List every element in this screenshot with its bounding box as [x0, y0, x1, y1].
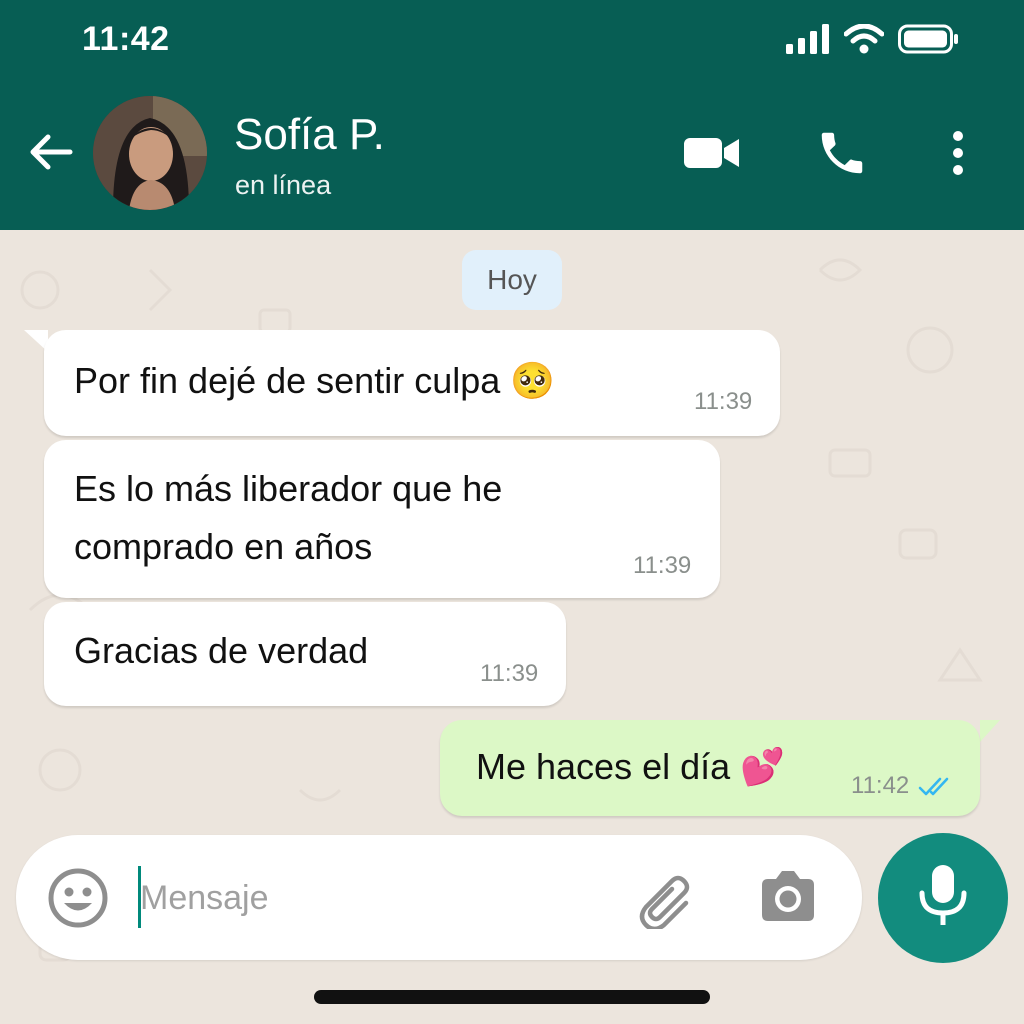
status-time: 11:42 [82, 20, 170, 58]
phone-icon[interactable] [814, 126, 870, 185]
message-text-line: comprado en años [74, 526, 373, 567]
contact-name[interactable]: Sofía P. [234, 110, 385, 160]
message-time: 11:42 [851, 772, 910, 799]
message-text: Gracias de verdad [74, 630, 369, 671]
bubble-tail [980, 720, 1000, 742]
message-bubble-incoming[interactable]: Es lo más liberador que he comprado en a… [44, 440, 720, 598]
more-vertical-icon[interactable] [940, 126, 976, 185]
signal-icon [786, 24, 830, 59]
message-time: 11:39 [480, 660, 539, 687]
message-composer [16, 835, 862, 960]
message-time: 11:39 [633, 552, 692, 579]
camera-icon[interactable] [756, 867, 820, 932]
message-input[interactable] [136, 865, 616, 931]
chat-header: 11:42 Sofía P. en línea [0, 0, 1024, 230]
message-bubble-outgoing[interactable]: Me haces el día 💕 11:42 [440, 720, 980, 816]
video-call-icon[interactable] [682, 126, 742, 185]
wifi-icon [843, 23, 885, 59]
double-check-read-icon [918, 776, 954, 803]
contact-status: en línea [235, 170, 332, 200]
text-caret [138, 866, 141, 928]
microphone-icon [915, 863, 971, 934]
message-bubble-incoming[interactable]: Gracias de verdad 11:39 [44, 602, 566, 706]
message-bubble-incoming[interactable]: Por fin dejé de sentir culpa 🥺 11:39 [44, 330, 780, 436]
status-icons [786, 23, 960, 59]
home-indicator[interactable] [314, 990, 710, 1004]
date-separator: Hoy [462, 250, 562, 310]
message-text: Me haces el día 💕 [476, 746, 785, 787]
emoji-icon[interactable] [46, 866, 110, 935]
message-text: Por fin dejé de sentir culpa 🥺 [74, 360, 556, 401]
avatar[interactable] [93, 96, 207, 210]
paperclip-icon[interactable] [634, 869, 698, 934]
message-time: 11:39 [694, 388, 753, 415]
arrow-left-icon[interactable] [26, 128, 74, 176]
app-bar: Sofía P. en línea [0, 90, 1024, 220]
microphone-button[interactable] [878, 833, 1008, 963]
battery-icon [898, 24, 960, 59]
status-bar: 11:42 [0, 0, 1024, 80]
message-text-line: Es lo más liberador que he [74, 468, 503, 509]
